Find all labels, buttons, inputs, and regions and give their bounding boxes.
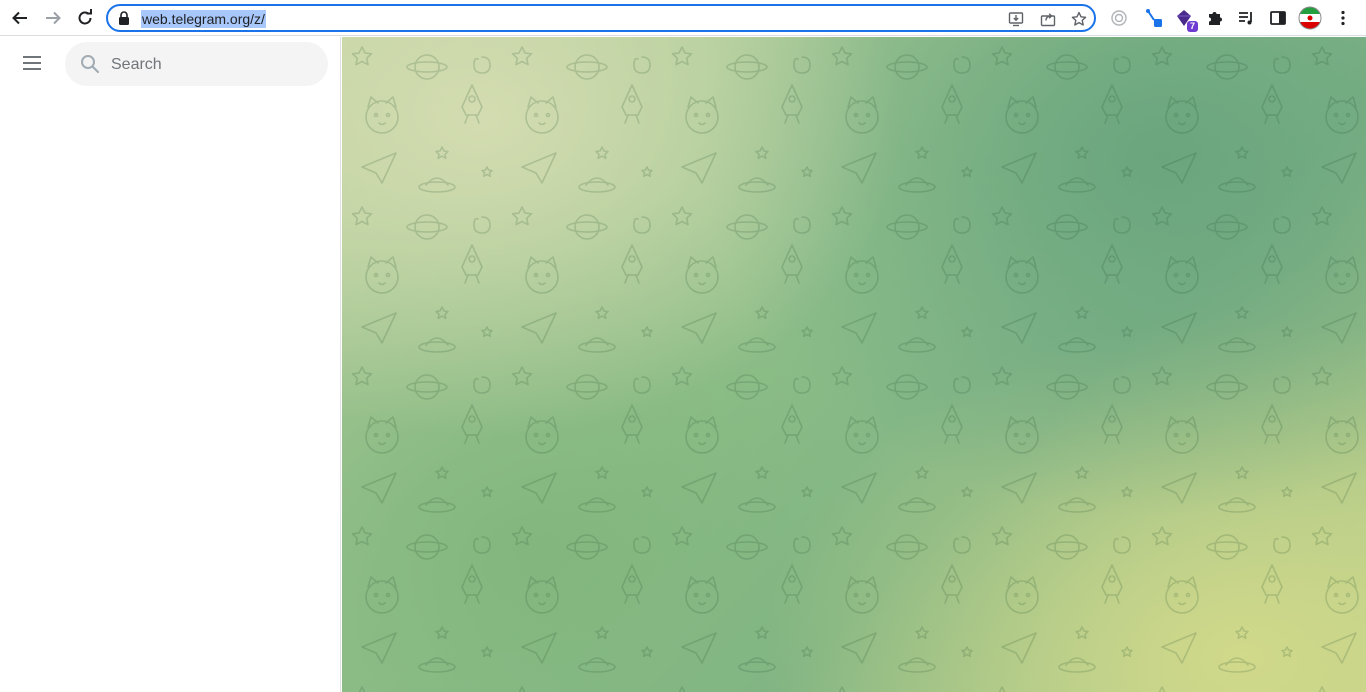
profile-avatar-icon [1298,6,1322,30]
reload-icon [78,9,92,25]
doodle-pattern [342,37,1366,692]
forward-button[interactable] [40,5,66,31]
star-icon [1071,11,1087,26]
install-app-button[interactable] [1006,9,1026,29]
share-icon [1040,13,1056,27]
lock-icon[interactable] [118,11,130,25]
search-box[interactable] [65,42,328,88]
extension-badge: 7 [1187,21,1198,32]
hamburger-icon [23,56,41,70]
share-button[interactable] [1038,9,1058,29]
back-button[interactable] [7,5,33,31]
bookmark-button[interactable] [1069,9,1089,29]
extension-gem-button[interactable]: 7 [1172,6,1198,32]
address-bar[interactable]: web.telegram.org/z/ [106,4,1096,32]
reload-button[interactable] [72,5,98,31]
arrow-left-icon [12,11,27,25]
spiral-extension-icon [1111,10,1127,26]
profile-button[interactable] [1298,6,1322,30]
main-menu-button[interactable] [12,43,52,83]
browser-menu-button[interactable] [1331,6,1355,30]
puzzle-icon [1209,12,1222,25]
extension-link-button[interactable] [1142,6,1166,30]
kebab-menu-icon [1341,10,1345,26]
install-app-icon [1008,12,1024,27]
search-input[interactable] [109,42,318,88]
link-extension-icon [1146,9,1162,27]
playlist-icon [1239,12,1252,25]
chat-background [342,37,1366,692]
side-panel-icon [1270,11,1286,25]
extension-spiral-button[interactable] [1107,6,1131,30]
chat-list-sidebar [0,37,341,692]
side-panel-button[interactable] [1266,6,1290,30]
extensions-button[interactable] [1203,6,1227,30]
media-control-button[interactable] [1234,6,1258,30]
search-icon [81,55,100,74]
browser-toolbar: web.telegram.org/z/ 7 [0,0,1366,36]
url-text[interactable]: web.telegram.org/z/ [141,10,266,28]
arrow-right-icon [46,11,61,25]
